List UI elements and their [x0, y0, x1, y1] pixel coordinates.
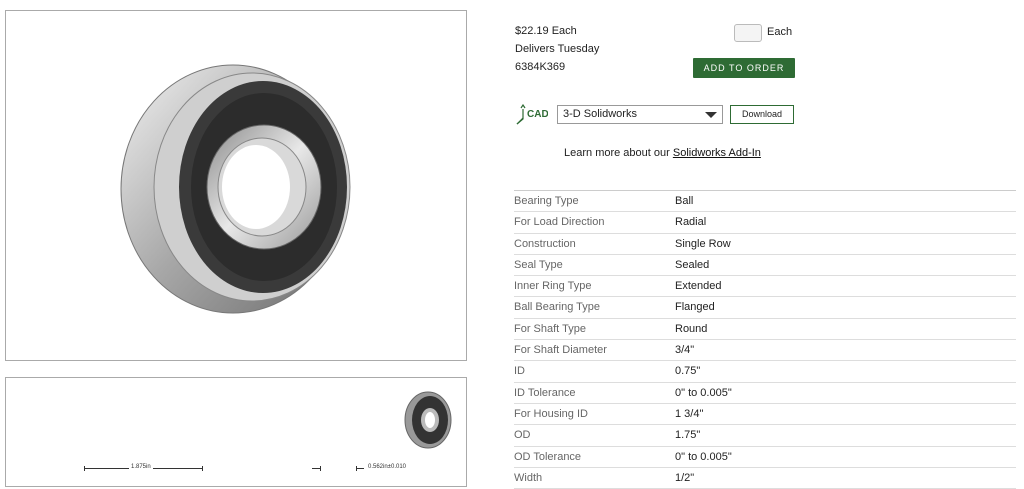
spec-row: OD Tolerance 0" to 0.005"	[514, 447, 1016, 468]
spec-key: Inner Ring Type	[514, 280, 592, 293]
spec-row: Ball Bearing Type Flanged	[514, 297, 1016, 319]
spec-value: Radial	[675, 216, 707, 229]
spec-value: 1 3/4"	[675, 407, 704, 420]
svg-text:CAD: CAD	[527, 109, 548, 120]
spec-value: Single Row	[675, 237, 731, 250]
quantity-input[interactable]	[734, 24, 762, 42]
spec-key: ID Tolerance	[514, 386, 576, 399]
spec-row: Seal Type Sealed	[514, 255, 1016, 277]
spec-row: For Shaft Diameter 3/4"	[514, 340, 1016, 362]
spec-key: Ball Bearing Type	[514, 301, 601, 314]
dim-tick	[202, 466, 203, 471]
spec-row: OD 1.75"	[514, 425, 1016, 447]
spec-value: Extended	[675, 280, 722, 293]
add-to-order-button[interactable]: ADD TO ORDER	[693, 58, 795, 78]
spec-key: OD	[514, 429, 531, 442]
price: $22.19 Each	[515, 25, 577, 37]
dim-tick	[320, 466, 321, 471]
spec-row: Bearing Type Ball	[514, 191, 1016, 213]
spec-row: Construction Single Row	[514, 234, 1016, 255]
spec-value: Sealed	[675, 258, 710, 271]
dim-width-label: 0.562in±0.010	[368, 464, 406, 470]
spec-key: For Shaft Diameter	[514, 344, 607, 357]
dim-line-width	[356, 468, 364, 469]
spec-key: Width	[514, 471, 543, 484]
chevron-down-icon	[705, 112, 717, 118]
price-block: $22.19 Each Delivers Tuesday 6384K369	[515, 22, 599, 76]
spec-value: 1.75"	[675, 429, 701, 442]
spec-value: 3/4"	[675, 344, 695, 357]
dim-line-arrow	[312, 468, 320, 469]
spec-row: ID 0.75"	[514, 361, 1016, 383]
spec-key: OD Tolerance	[514, 450, 582, 463]
part-number: 6384K369	[515, 61, 566, 73]
spec-value: 1/2"	[675, 471, 695, 484]
spec-key: For Shaft Type	[514, 322, 586, 335]
spec-row: Width 1/2"	[514, 468, 1016, 489]
cad-format-selected: 3-D Solidworks	[563, 108, 637, 120]
product-image[interactable]	[5, 10, 467, 361]
bearing-thumbnail	[404, 391, 452, 449]
cad-icon: CAD	[516, 104, 548, 125]
spec-key: Bearing Type	[514, 195, 579, 207]
download-button[interactable]: Download	[730, 105, 794, 124]
spec-key: For Housing ID	[514, 407, 588, 420]
spec-key: For Load Direction	[514, 216, 605, 229]
quantity-unit-label: Each	[767, 26, 793, 38]
spec-key: ID	[514, 365, 525, 378]
spec-row: For Load Direction Radial	[514, 212, 1016, 234]
delivery-info: Delivers Tuesday	[515, 43, 600, 55]
spec-value: 0" to 0.005"	[675, 386, 732, 399]
spec-row: Inner Ring Type Extended	[514, 276, 1016, 298]
spec-value: Round	[675, 322, 708, 335]
cad-format-select[interactable]: 3-D Solidworks	[557, 105, 723, 124]
solidworks-addin-link[interactable]: Solidworks Add-In	[673, 147, 761, 159]
spec-value: 0.75"	[675, 365, 701, 378]
spec-row: For Housing ID 1 3/4"	[514, 404, 1016, 426]
specs-table: Bearing Type Ball For Load Direction Radial…	[514, 190, 1016, 489]
spec-value: Ball	[675, 195, 694, 207]
learn-more-text: Learn more about our Solidworks Add-In	[564, 147, 761, 159]
spec-row: ID Tolerance 0" to 0.005"	[514, 383, 1016, 404]
dim-outer-label: 1.875in	[129, 464, 153, 470]
bearing-illustration	[120, 64, 351, 314]
spec-row: For Shaft Type Round	[514, 319, 1016, 341]
learn-more-prefix: Learn more about our	[564, 147, 670, 159]
spec-value: Flanged	[675, 301, 715, 314]
spec-value: 0" to 0.005"	[675, 450, 732, 463]
spec-key: Construction	[514, 237, 576, 250]
dimension-drawing[interactable]: 1.875in 0.562in±0.010	[5, 377, 467, 487]
spec-key: Seal Type	[514, 258, 563, 271]
